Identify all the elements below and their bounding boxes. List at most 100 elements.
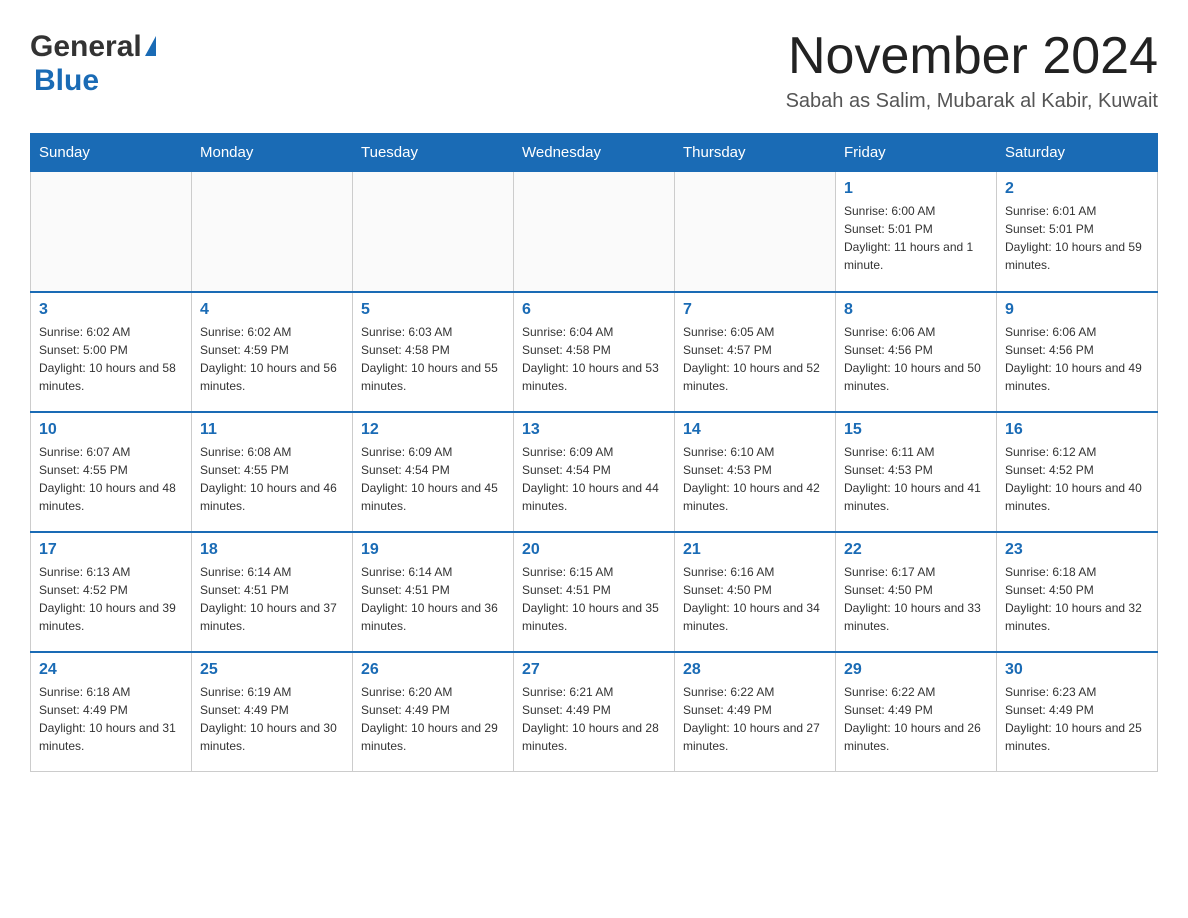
day-number: 2 [1005, 180, 1149, 198]
day-number: 28 [683, 661, 827, 679]
calendar-cell: 15 Sunrise: 6:11 AM Sunset: 4:53 PM Dayli… [836, 412, 997, 532]
day-number: 1 [844, 180, 988, 198]
day-info: Sunrise: 6:17 AM Sunset: 4:50 PM Dayligh… [844, 563, 988, 635]
day-info: Sunrise: 6:06 AM Sunset: 4:56 PM Dayligh… [1005, 323, 1149, 395]
day-info: Sunrise: 6:19 AM Sunset: 4:49 PM Dayligh… [200, 683, 344, 755]
day-info: Sunrise: 6:00 AM Sunset: 5:01 PM Dayligh… [844, 202, 988, 274]
calendar-cell [31, 172, 192, 292]
day-info: Sunrise: 6:16 AM Sunset: 4:50 PM Dayligh… [683, 563, 827, 635]
day-number: 13 [522, 421, 666, 439]
day-info: Sunrise: 6:06 AM Sunset: 4:56 PM Dayligh… [844, 323, 988, 395]
day-number: 20 [522, 541, 666, 559]
day-number: 22 [844, 541, 988, 559]
day-number: 10 [39, 421, 183, 439]
day-number: 11 [200, 421, 344, 439]
calendar-week-row: 3Sunrise: 6:02 AM Sunset: 5:00 PM Daylig… [31, 292, 1158, 412]
calendar-cell [675, 172, 836, 292]
day-info: Sunrise: 6:03 AM Sunset: 4:58 PM Dayligh… [361, 323, 505, 395]
calendar-weekday-thursday: Thursday [675, 134, 836, 172]
calendar-cell: 8 Sunrise: 6:06 AM Sunset: 4:56 PM Daylig… [836, 292, 997, 412]
calendar-cell: 12 Sunrise: 6:09 AM Sunset: 4:54 PM Dayli… [353, 412, 514, 532]
calendar-week-row: 1 Sunrise: 6:00 AM Sunset: 5:01 PM Daylig… [31, 172, 1158, 292]
day-info: Sunrise: 6:01 AM Sunset: 5:01 PM Dayligh… [1005, 202, 1149, 274]
calendar-week-row: 24 Sunrise: 6:18 AM Sunset: 4:49 PM Dayli… [31, 652, 1158, 772]
day-number: 6 [522, 301, 666, 319]
location-subtitle: Sabah as Salim, Mubarak al Kabir, Kuwait [786, 90, 1158, 113]
calendar-weekday-tuesday: Tuesday [353, 134, 514, 172]
calendar-weekday-wednesday: Wednesday [514, 134, 675, 172]
day-number: 4 [200, 301, 344, 319]
day-number: 15 [844, 421, 988, 439]
calendar-week-row: 10 Sunrise: 6:07 AM Sunset: 4:55 PM Dayli… [31, 412, 1158, 532]
day-number: 26 [361, 661, 505, 679]
day-info: Sunrise: 6:15 AM Sunset: 4:51 PM Dayligh… [522, 563, 666, 635]
day-number: 27 [522, 661, 666, 679]
calendar-cell: 24 Sunrise: 6:18 AM Sunset: 4:49 PM Dayli… [31, 652, 192, 772]
calendar-cell: 29Sunrise: 6:22 AM Sunset: 4:49 PM Dayli… [836, 652, 997, 772]
day-info: Sunrise: 6:14 AM Sunset: 4:51 PM Dayligh… [200, 563, 344, 635]
calendar-cell: 1 Sunrise: 6:00 AM Sunset: 5:01 PM Daylig… [836, 172, 997, 292]
day-info: Sunrise: 6:02 AM Sunset: 5:00 PM Dayligh… [39, 323, 183, 395]
day-info: Sunrise: 6:12 AM Sunset: 4:52 PM Dayligh… [1005, 443, 1149, 515]
day-info: Sunrise: 6:02 AM Sunset: 4:59 PM Dayligh… [200, 323, 344, 395]
day-info: Sunrise: 6:05 AM Sunset: 4:57 PM Dayligh… [683, 323, 827, 395]
calendar-weekday-saturday: Saturday [997, 134, 1158, 172]
day-number: 7 [683, 301, 827, 319]
calendar-cell: 10 Sunrise: 6:07 AM Sunset: 4:55 PM Dayli… [31, 412, 192, 532]
day-number: 25 [200, 661, 344, 679]
calendar-weekday-friday: Friday [836, 134, 997, 172]
logo-blue-text: Blue [34, 64, 99, 98]
calendar-cell: 25 Sunrise: 6:19 AM Sunset: 4:49 PM Dayli… [192, 652, 353, 772]
day-number: 14 [683, 421, 827, 439]
calendar-cell: 11 Sunrise: 6:08 AM Sunset: 4:55 PM Dayli… [192, 412, 353, 532]
day-info: Sunrise: 6:13 AM Sunset: 4:52 PM Dayligh… [39, 563, 183, 635]
day-number: 30 [1005, 661, 1149, 679]
calendar-cell: 14 Sunrise: 6:10 AM Sunset: 4:53 PM Dayli… [675, 412, 836, 532]
calendar-table: SundayMondayTuesdayWednesdayThursdayFrid… [30, 133, 1158, 772]
day-number: 23 [1005, 541, 1149, 559]
day-info: Sunrise: 6:09 AM Sunset: 4:54 PM Dayligh… [522, 443, 666, 515]
calendar-cell: 21 Sunrise: 6:16 AM Sunset: 4:50 PM Dayli… [675, 532, 836, 652]
calendar-cell: 5 Sunrise: 6:03 AM Sunset: 4:58 PM Daylig… [353, 292, 514, 412]
day-info: Sunrise: 6:07 AM Sunset: 4:55 PM Dayligh… [39, 443, 183, 515]
calendar-cell: 13 Sunrise: 6:09 AM Sunset: 4:54 PM Dayli… [514, 412, 675, 532]
page-header: General Blue November 2024 Sabah as Sali… [30, 30, 1158, 113]
day-info: Sunrise: 6:18 AM Sunset: 4:50 PM Dayligh… [1005, 563, 1149, 635]
day-info: Sunrise: 6:04 AM Sunset: 4:58 PM Dayligh… [522, 323, 666, 395]
day-info: Sunrise: 6:10 AM Sunset: 4:53 PM Dayligh… [683, 443, 827, 515]
calendar-cell: 7 Sunrise: 6:05 AM Sunset: 4:57 PM Daylig… [675, 292, 836, 412]
logo-triangle-icon [145, 36, 156, 56]
calendar-cell: 22 Sunrise: 6:17 AM Sunset: 4:50 PM Dayli… [836, 532, 997, 652]
logo: General Blue [30, 30, 156, 98]
day-info: Sunrise: 6:20 AM Sunset: 4:49 PM Dayligh… [361, 683, 505, 755]
day-number: 19 [361, 541, 505, 559]
day-number: 5 [361, 301, 505, 319]
day-info: Sunrise: 6:09 AM Sunset: 4:54 PM Dayligh… [361, 443, 505, 515]
day-info: Sunrise: 6:23 AM Sunset: 4:49 PM Dayligh… [1005, 683, 1149, 755]
day-number: 21 [683, 541, 827, 559]
day-info: Sunrise: 6:22 AM Sunset: 4:49 PM Dayligh… [844, 683, 988, 755]
calendar-cell: 3Sunrise: 6:02 AM Sunset: 5:00 PM Daylig… [31, 292, 192, 412]
day-number: 17 [39, 541, 183, 559]
day-info: Sunrise: 6:08 AM Sunset: 4:55 PM Dayligh… [200, 443, 344, 515]
month-year-title: November 2024 [786, 30, 1158, 82]
calendar-cell: 18 Sunrise: 6:14 AM Sunset: 4:51 PM Dayli… [192, 532, 353, 652]
calendar-cell: 19Sunrise: 6:14 AM Sunset: 4:51 PM Dayli… [353, 532, 514, 652]
logo-general-text: General [30, 30, 142, 64]
calendar-weekday-monday: Monday [192, 134, 353, 172]
calendar-cell [192, 172, 353, 292]
calendar-cell: 9Sunrise: 6:06 AM Sunset: 4:56 PM Daylig… [997, 292, 1158, 412]
day-number: 24 [39, 661, 183, 679]
day-number: 8 [844, 301, 988, 319]
calendar-cell: 2 Sunrise: 6:01 AM Sunset: 5:01 PM Daylig… [997, 172, 1158, 292]
day-info: Sunrise: 6:22 AM Sunset: 4:49 PM Dayligh… [683, 683, 827, 755]
title-section: November 2024 Sabah as Salim, Mubarak al… [786, 30, 1158, 113]
calendar-cell [353, 172, 514, 292]
day-info: Sunrise: 6:11 AM Sunset: 4:53 PM Dayligh… [844, 443, 988, 515]
day-number: 18 [200, 541, 344, 559]
calendar-header-row: SundayMondayTuesdayWednesdayThursdayFrid… [31, 134, 1158, 172]
calendar-cell [514, 172, 675, 292]
day-info: Sunrise: 6:18 AM Sunset: 4:49 PM Dayligh… [39, 683, 183, 755]
day-number: 12 [361, 421, 505, 439]
calendar-cell: 17 Sunrise: 6:13 AM Sunset: 4:52 PM Dayli… [31, 532, 192, 652]
